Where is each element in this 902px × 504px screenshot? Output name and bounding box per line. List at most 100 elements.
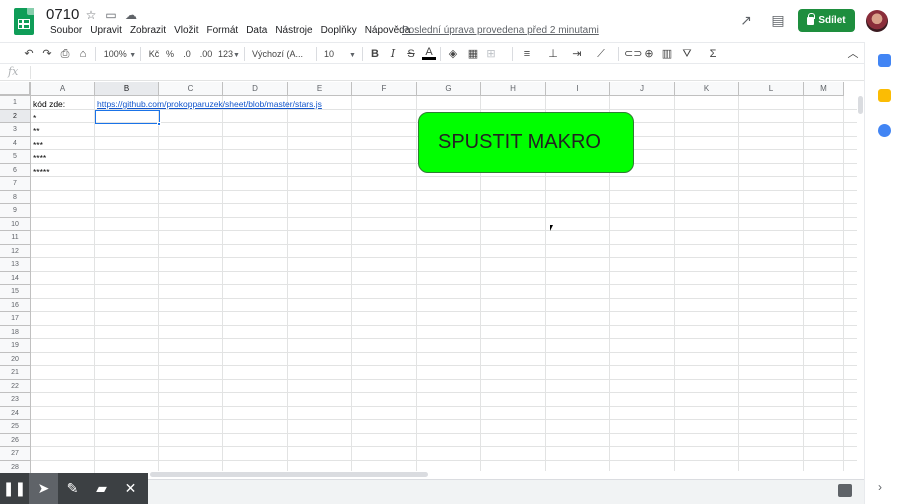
row-header-6[interactable]: 6 [0, 163, 31, 177]
row-header-13[interactable]: 13 [0, 258, 31, 272]
column-header-a[interactable]: A [31, 82, 95, 96]
vertical-scrollbar[interactable] [857, 96, 864, 473]
share-button[interactable]: Sdílet [798, 9, 855, 32]
column-header-g[interactable]: G [417, 82, 481, 96]
redo-icon[interactable]: ↷ [40, 46, 54, 62]
tasks-icon[interactable] [878, 124, 891, 137]
row-header-7[interactable]: 7 [0, 177, 31, 191]
row-header-1[interactable]: 1 [0, 96, 31, 110]
calendar-icon[interactable] [878, 54, 891, 67]
menu-vlozit[interactable]: Vložit [170, 25, 202, 37]
fill-color-icon[interactable]: ◈ [446, 46, 460, 62]
italic-button[interactable]: I [386, 46, 400, 62]
column-header-h[interactable]: H [481, 82, 546, 96]
insert-chart-icon[interactable]: ▥ [660, 46, 674, 62]
column-header-e[interactable]: E [288, 82, 352, 96]
row-header-24[interactable]: 24 [0, 406, 31, 420]
row-header-12[interactable]: 12 [0, 244, 31, 258]
row-header-23[interactable]: 23 [0, 393, 31, 407]
menu-upravit[interactable]: Upravit [86, 25, 126, 37]
menu-data[interactable]: Data [242, 25, 271, 37]
bold-button[interactable]: B [368, 46, 382, 62]
number-format-select[interactable]: 123▼ [218, 46, 240, 62]
vertical-align-icon[interactable]: ⊥ [546, 46, 560, 62]
vertical-scroll-thumb[interactable] [858, 96, 863, 114]
column-header-i[interactable]: I [546, 82, 610, 96]
cell-A4[interactable]: *** [33, 139, 43, 152]
spreadsheet-grid[interactable]: ABCDEFGHIJKLM 1 2 3 4 5 6 7 8 9 10 11 12 13 14 15 16 17 1… [0, 82, 864, 473]
menu-doplnky[interactable]: Doplňky [317, 25, 361, 37]
row-header-4[interactable]: 4 [0, 136, 31, 150]
menu-zobrazit[interactable]: Zobrazit [126, 25, 170, 37]
column-header-b[interactable]: B [95, 82, 159, 96]
horizontal-scrollbar[interactable] [150, 471, 857, 479]
highlighter-icon[interactable]: ▰ [87, 473, 116, 504]
print-icon[interactable]: ⎙ [58, 46, 72, 62]
row-header-26[interactable]: 26 [0, 433, 31, 447]
insert-comment-icon[interactable]: ⊕ [642, 46, 656, 62]
row-header-5[interactable]: 5 [0, 150, 31, 164]
run-macro-button[interactable]: SPUSTIT MAKRO [418, 112, 634, 173]
borders-icon[interactable]: ▦ [466, 46, 480, 62]
fill-handle[interactable] [157, 122, 161, 126]
filter-icon[interactable]: ⛛ [680, 46, 694, 62]
zoom-select[interactable]: 100% ▼ [103, 46, 137, 62]
row-header-2[interactable]: 2 [0, 109, 31, 123]
undo-icon[interactable]: ↶ [22, 46, 36, 62]
comments-icon[interactable]: ▤ [770, 12, 786, 28]
row-header-14[interactable]: 14 [0, 271, 31, 285]
row-header-19[interactable]: 19 [0, 339, 31, 353]
text-color-button[interactable]: A [422, 46, 436, 60]
sheets-logo-icon[interactable] [14, 8, 34, 35]
strikethrough-button[interactable]: S [404, 46, 418, 62]
column-header-k[interactable]: K [675, 82, 739, 96]
pause-icon[interactable]: ❚❚ [0, 473, 29, 504]
last-edit-link[interactable]: Poslední úprava provedena před 2 minutam… [402, 25, 599, 37]
row-header-16[interactable]: 16 [0, 298, 31, 312]
cell-A5[interactable]: **** [33, 152, 46, 165]
row-header-9[interactable]: 9 [0, 204, 31, 218]
row-header-22[interactable]: 22 [0, 379, 31, 393]
pointer-icon[interactable]: ➤ [29, 473, 58, 504]
cloud-status-icon[interactable]: ☁ [124, 8, 138, 22]
row-header-11[interactable]: 11 [0, 231, 31, 245]
row-header-3[interactable]: 3 [0, 123, 31, 137]
menu-format[interactable]: Formát [203, 25, 243, 37]
expand-panel-icon[interactable]: › [878, 480, 882, 494]
pen-icon[interactable]: ✎ [58, 473, 87, 504]
cell-A6[interactable]: ***** [33, 166, 50, 179]
column-header-f[interactable]: F [352, 82, 417, 96]
row-header-28[interactable]: 28 [0, 460, 31, 473]
close-icon[interactable]: ✕ [116, 473, 145, 504]
column-header-j[interactable]: J [610, 82, 675, 96]
avatar[interactable] [866, 10, 888, 32]
column-header-m[interactable]: M [804, 82, 844, 96]
horizontal-scroll-thumb[interactable] [150, 472, 428, 477]
move-folder-icon[interactable]: ▭ [104, 8, 118, 22]
increase-decimals-button[interactable]: .00 [198, 46, 214, 62]
select-all-corner[interactable] [0, 82, 31, 96]
cell-A1[interactable]: kód zde: [33, 98, 65, 111]
star-icon[interactable]: ☆ [84, 8, 98, 22]
row-header-25[interactable]: 25 [0, 420, 31, 434]
menu-nastroje[interactable]: Nástroje [271, 25, 316, 37]
font-size-select[interactable]: 10 ▼ [324, 46, 360, 62]
cell-A2[interactable]: * [33, 112, 36, 125]
column-header-d[interactable]: D [223, 82, 288, 96]
text-wrap-icon[interactable]: ⇥ [570, 46, 584, 62]
row-header-15[interactable]: 15 [0, 285, 31, 299]
text-rotation-icon[interactable]: ⟋ [594, 46, 608, 62]
font-family-select[interactable]: Výchozí (A... ▼ [252, 46, 312, 75]
column-header-l[interactable]: L [739, 82, 804, 96]
horizontal-align-icon[interactable]: ≡ [520, 46, 534, 62]
selected-cell-B2[interactable] [95, 110, 160, 124]
row-header-20[interactable]: 20 [0, 352, 31, 366]
functions-icon[interactable]: Σ [706, 46, 720, 62]
merge-cells-icon[interactable]: ⊞ [484, 46, 498, 62]
keep-icon[interactable] [878, 89, 891, 102]
row-header-21[interactable]: 21 [0, 366, 31, 380]
column-header-c[interactable]: C [159, 82, 223, 96]
activity-trend-icon[interactable]: ↗ [738, 12, 754, 28]
paint-format-icon[interactable]: ⌂ [76, 46, 90, 62]
row-header-18[interactable]: 18 [0, 325, 31, 339]
